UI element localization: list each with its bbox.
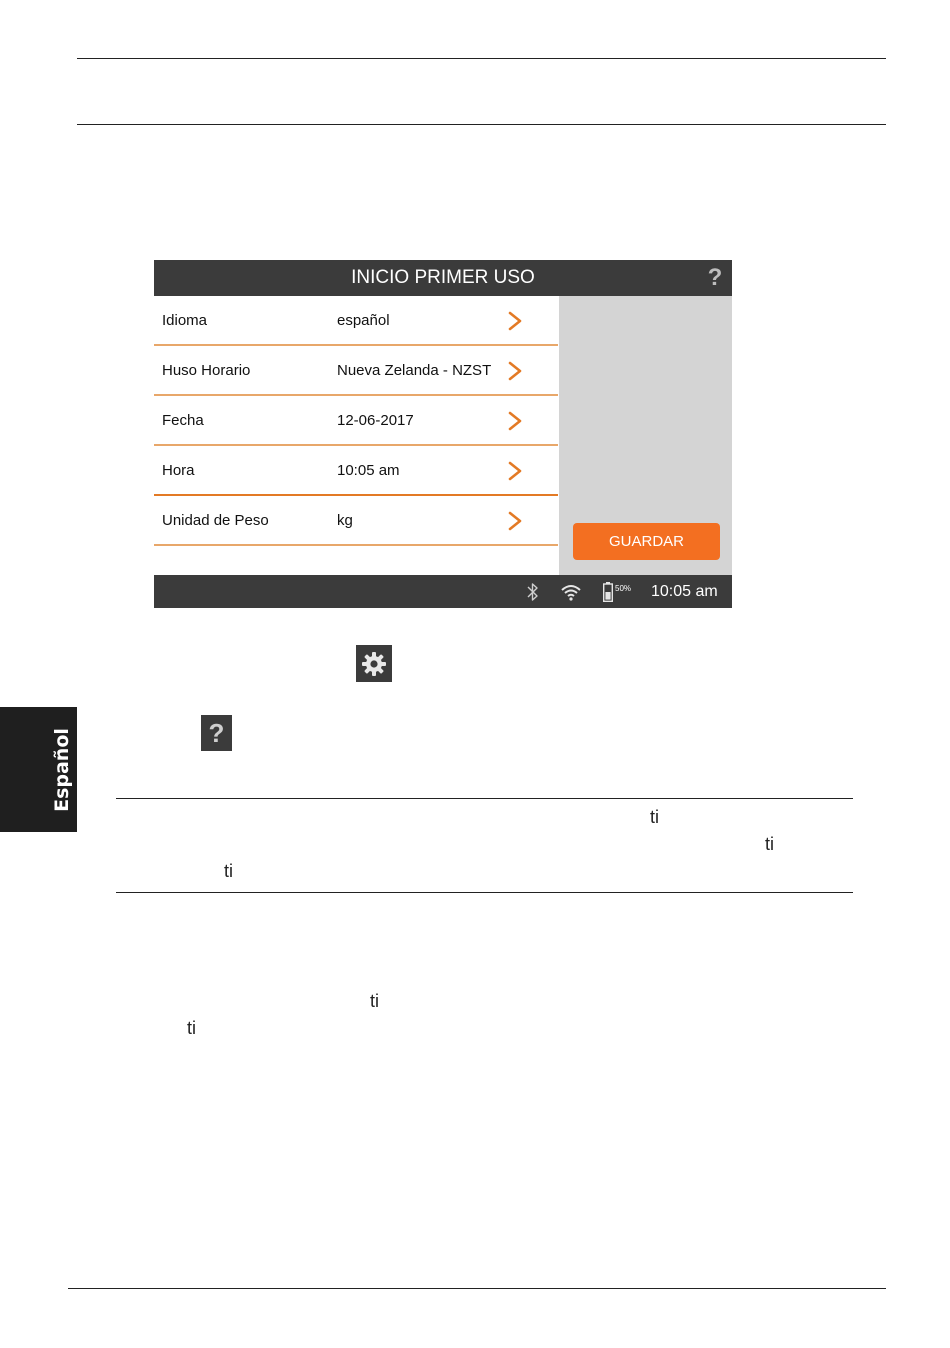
setting-value: 12-06-2017 xyxy=(337,412,414,429)
setting-value: kg xyxy=(337,512,353,529)
wifi-icon xyxy=(561,585,581,601)
side-panel: GUARDAR xyxy=(559,296,732,575)
setting-row-timezone[interactable]: Huso Horario Nueva Zelanda - NZST xyxy=(154,346,558,396)
status-bar: 50% 10:05 am xyxy=(154,575,732,608)
setting-row-language[interactable]: Idioma español xyxy=(154,296,558,346)
status-clock: 10:05 am xyxy=(651,583,718,600)
device-screen: INICIO PRIMER USO ? Idioma español Huso … xyxy=(154,260,732,608)
text-fragment: ti xyxy=(650,807,659,827)
save-button[interactable]: GUARDAR xyxy=(573,523,720,560)
text-fragment: ti xyxy=(224,861,233,881)
header-rule-top xyxy=(77,58,886,59)
settings-gear-icon xyxy=(356,645,392,682)
setting-label: Unidad de Peso xyxy=(162,512,269,529)
text-fragment: ti xyxy=(370,991,379,1011)
chevron-right-icon xyxy=(508,311,522,331)
setting-row-weight-unit[interactable]: Unidad de Peso kg xyxy=(154,496,558,546)
setting-value: 10:05 am xyxy=(337,462,400,479)
note-rule-top xyxy=(116,798,853,799)
gear-icon xyxy=(362,651,386,676)
bluetooth-icon xyxy=(527,583,538,601)
battery-icon xyxy=(603,582,613,602)
help-icon: ? xyxy=(201,715,232,751)
text-fragment: ti xyxy=(187,1018,196,1038)
text-fragment: ti xyxy=(765,834,774,854)
title-bar: INICIO PRIMER USO ? xyxy=(154,260,732,296)
chevron-right-icon xyxy=(508,461,522,481)
setting-value: español xyxy=(337,312,390,329)
setting-label: Huso Horario xyxy=(162,362,251,379)
setting-label: Hora xyxy=(162,462,195,479)
note-rule-bottom xyxy=(116,892,853,893)
chevron-right-icon xyxy=(508,411,522,431)
chevron-right-icon xyxy=(508,361,522,381)
language-side-tab-label: Español xyxy=(51,728,73,812)
help-button[interactable]: ? xyxy=(704,264,726,292)
setting-value: Nueva Zelanda - NZST xyxy=(337,362,492,379)
setting-row-time[interactable]: Hora 10:05 am xyxy=(154,446,558,496)
footer-rule xyxy=(68,1288,886,1289)
screen-title: INICIO PRIMER USO xyxy=(351,267,535,288)
header-rule-bottom xyxy=(77,124,886,125)
settings-list: Idioma español Huso Horario Nueva Zeland… xyxy=(154,296,558,546)
battery-percent: 50% xyxy=(615,584,632,593)
setting-label: Fecha xyxy=(162,412,204,429)
setting-label: Idioma xyxy=(162,312,208,329)
chevron-right-icon xyxy=(508,511,522,531)
setting-row-date[interactable]: Fecha 12-06-2017 xyxy=(154,396,558,446)
